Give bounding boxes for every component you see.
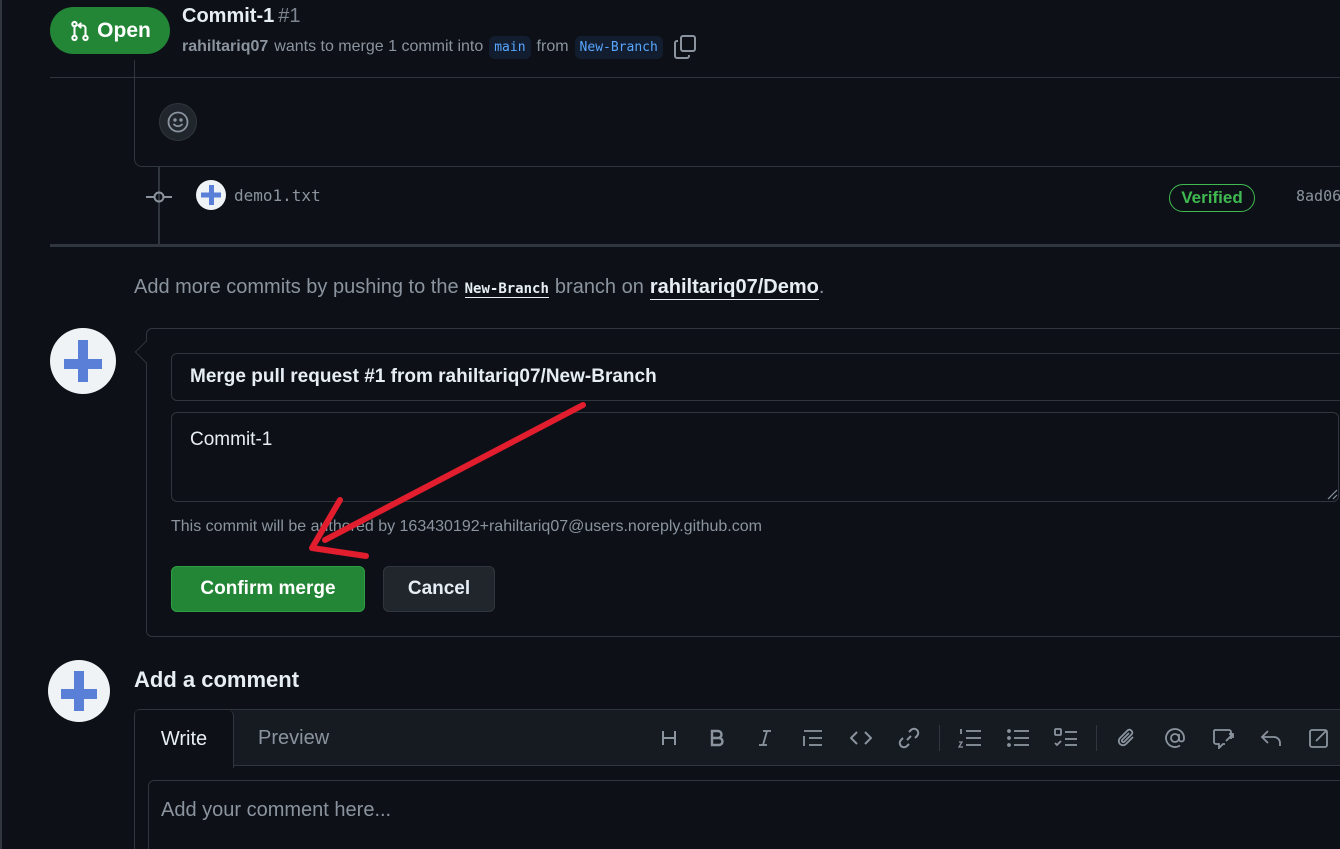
- pull-request-icon: [71, 20, 89, 41]
- from-text: from: [536, 38, 569, 55]
- comment-card-bottom: [134, 60, 1340, 167]
- add-comment-heading: Add a comment: [134, 667, 300, 692]
- pr-merge-text: wants to merge 1 commit into: [274, 38, 484, 55]
- reference-icon[interactable]: [1199, 722, 1247, 754]
- bold-icon[interactable]: [693, 722, 741, 754]
- reaction-button[interactable]: [159, 103, 197, 141]
- task-list-icon[interactable]: [1042, 722, 1090, 754]
- fullscreen-icon[interactable]: [1295, 722, 1340, 754]
- commit-node-icon: [146, 191, 172, 203]
- code-icon[interactable]: [837, 722, 885, 754]
- base-branch-pill[interactable]: main: [489, 35, 531, 59]
- merge-title-input[interactable]: Merge pull request #1 from rahiltariq07/…: [171, 353, 1340, 401]
- pr-subtitle: rahiltariq07 wants to merge 1 commit int…: [182, 34, 697, 60]
- pr-status-badge: Open: [50, 7, 170, 54]
- commit-author-avatar[interactable]: [196, 180, 226, 210]
- comment-textarea[interactable]: Add your comment here...: [148, 780, 1340, 849]
- toolbar-separator: [939, 725, 940, 751]
- window-frame: [0, 0, 2, 849]
- hint-repo-link[interactable]: rahiltariq07/Demo: [649, 276, 819, 300]
- commit-sha-link[interactable]: 8ad06: [1296, 187, 1340, 205]
- ordered-list-icon[interactable]: [946, 722, 994, 754]
- resize-handle-icon[interactable]: [1326, 488, 1338, 500]
- comment-avatar[interactable]: [48, 660, 110, 722]
- verified-badge[interactable]: Verified: [1169, 184, 1255, 212]
- unordered-list-icon[interactable]: [994, 722, 1042, 754]
- hint-suffix: .: [818, 276, 825, 298]
- cancel-button[interactable]: Cancel: [383, 566, 495, 612]
- commit-message-link[interactable]: demo1.txt: [234, 186, 321, 205]
- heading-icon[interactable]: [645, 722, 693, 754]
- user-avatar[interactable]: [50, 328, 116, 394]
- tab-preview[interactable]: Preview: [258, 727, 329, 750]
- merge-message-textarea[interactable]: Commit-1: [171, 412, 1339, 502]
- quote-icon[interactable]: [789, 722, 837, 754]
- tab-write[interactable]: Write: [135, 710, 234, 768]
- head-branch-pill[interactable]: New-Branch: [574, 35, 663, 59]
- smiley-icon: [167, 111, 189, 133]
- add-commits-hint: Add more commits by pushing to the New-B…: [134, 276, 824, 300]
- pr-status-label: Open: [97, 18, 151, 42]
- mention-icon[interactable]: [1151, 722, 1199, 754]
- pr-number: #1: [278, 5, 301, 27]
- timeline-line: [158, 167, 160, 245]
- hint-prefix: Add more commits by pushing to the: [134, 276, 459, 298]
- undo-icon[interactable]: [1247, 722, 1295, 754]
- italic-icon[interactable]: [741, 722, 789, 754]
- link-icon[interactable]: [885, 722, 933, 754]
- copy-icon[interactable]: [673, 34, 697, 60]
- pr-author-link[interactable]: rahiltariq07: [182, 38, 268, 56]
- hint-middle: branch on: [554, 276, 644, 298]
- pr-title: Commit-1 #1: [182, 5, 300, 28]
- markdown-toolbar: [645, 722, 1340, 754]
- commit-author-note: This commit will be authored by 16343019…: [171, 518, 762, 535]
- toolbar-separator: [1096, 725, 1097, 751]
- pr-title-text: Commit-1: [182, 5, 275, 27]
- hint-branch-link[interactable]: New-Branch: [464, 281, 549, 298]
- confirm-merge-button[interactable]: Confirm merge: [171, 566, 365, 612]
- timeline-divider: [50, 244, 1340, 247]
- attach-icon[interactable]: [1103, 722, 1151, 754]
